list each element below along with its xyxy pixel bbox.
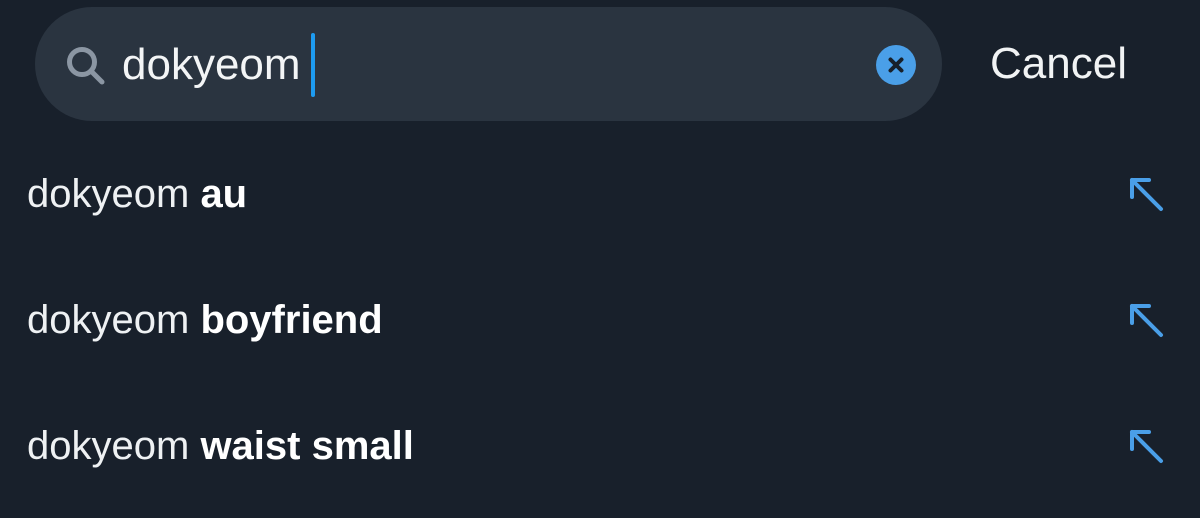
clear-search-button[interactable] (876, 45, 916, 85)
suggestion-prefix: dokyeom (27, 172, 190, 216)
search-suggestions: dokyeom au dokyeom boyfriend dokyeom wai… (0, 130, 1200, 518)
suggestion-completion: waist small (200, 424, 414, 468)
suggestion-completion: boyfriend (200, 298, 383, 342)
search-suggestion-boyfriend[interactable]: dokyeom boyfriend (0, 256, 1200, 382)
search-header: dokyeom Cancel (0, 0, 1200, 130)
cancel-button[interactable]: Cancel (990, 35, 1127, 93)
suggestion-label: dokyeom waist small (27, 418, 414, 474)
suggestion-label: dokyeom boyfriend (27, 292, 383, 348)
search-query[interactable]: dokyeom (122, 33, 315, 97)
suggestion-prefix: dokyeom (27, 424, 190, 468)
search-suggestion-waist-small[interactable]: dokyeom waist small (0, 382, 1200, 508)
search-query-text: dokyeom (122, 40, 301, 89)
suggestion-completion: au (200, 172, 248, 216)
suggestion-prefix: dokyeom (27, 298, 190, 342)
arrow-up-left-icon[interactable] (1126, 174, 1166, 214)
arrow-up-left-icon[interactable] (1126, 300, 1166, 340)
text-cursor (310, 33, 315, 97)
search-suggestion-au[interactable]: dokyeom au (0, 130, 1200, 256)
close-icon (888, 57, 904, 73)
arrow-up-left-icon[interactable] (1126, 426, 1166, 466)
search-icon (64, 44, 108, 88)
search-screen: dokyeom Cancel dokyeom au dokyeom boyfri… (0, 0, 1200, 518)
suggestion-label: dokyeom au (27, 166, 247, 222)
